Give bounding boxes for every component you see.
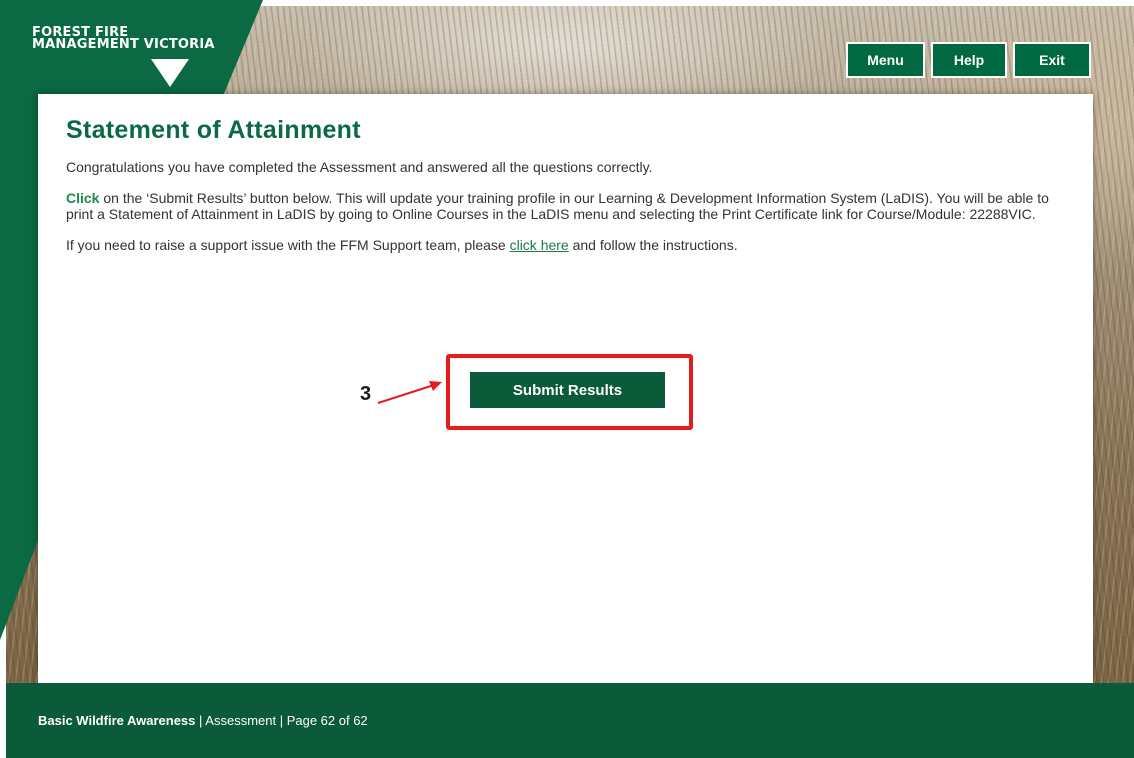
instruction-body: on the ‘Submit Results’ button below. Th… — [66, 190, 1049, 222]
logo-line-2b: VICTORIA — [143, 37, 215, 52]
support-link[interactable]: click here — [510, 237, 569, 253]
footer-bar: Basic Wildfire Awareness | Assessment | … — [6, 683, 1134, 758]
menu-button[interactable]: Menu — [846, 42, 925, 78]
page-title: Statement of Attainment — [66, 116, 361, 144]
congrats-text: Congratulations you have completed the A… — [66, 159, 653, 175]
top-nav: Menu Help Exit — [846, 42, 1091, 78]
exit-button[interactable]: Exit — [1013, 42, 1091, 78]
footer-course: Basic Wildfire Awareness — [38, 713, 196, 728]
logo-line-2a: MANAGEMENT — [32, 37, 144, 52]
click-keyword: Click — [66, 190, 100, 206]
footer-page: Page 62 of 62 — [286, 713, 368, 728]
support-pre: If you need to raise a support issue wit… — [66, 237, 510, 253]
step-number: 3 — [360, 383, 372, 405]
submit-results-button[interactable]: Submit Results — [470, 372, 665, 408]
ffmv-logo: FOREST FIRE MANAGEMENT VICTORIA — [32, 26, 242, 97]
footer-breadcrumb: Basic Wildfire Awareness | Assessment | … — [38, 713, 368, 728]
instruction-text: Click on the ‘Submit Results’ button bel… — [66, 190, 1063, 222]
content-card: Statement of Attainment Congratulations … — [38, 94, 1093, 684]
annotation-arrow-icon — [377, 381, 442, 404]
support-text: If you need to raise a support issue wit… — [66, 237, 1063, 253]
submit-area: Submit Results 3 — [38, 94, 1093, 684]
support-post: and follow the instructions. — [568, 237, 738, 253]
help-button[interactable]: Help — [931, 42, 1007, 78]
logo-triangle-icon — [151, 59, 189, 87]
footer-section: | Assessment | — [195, 713, 287, 728]
